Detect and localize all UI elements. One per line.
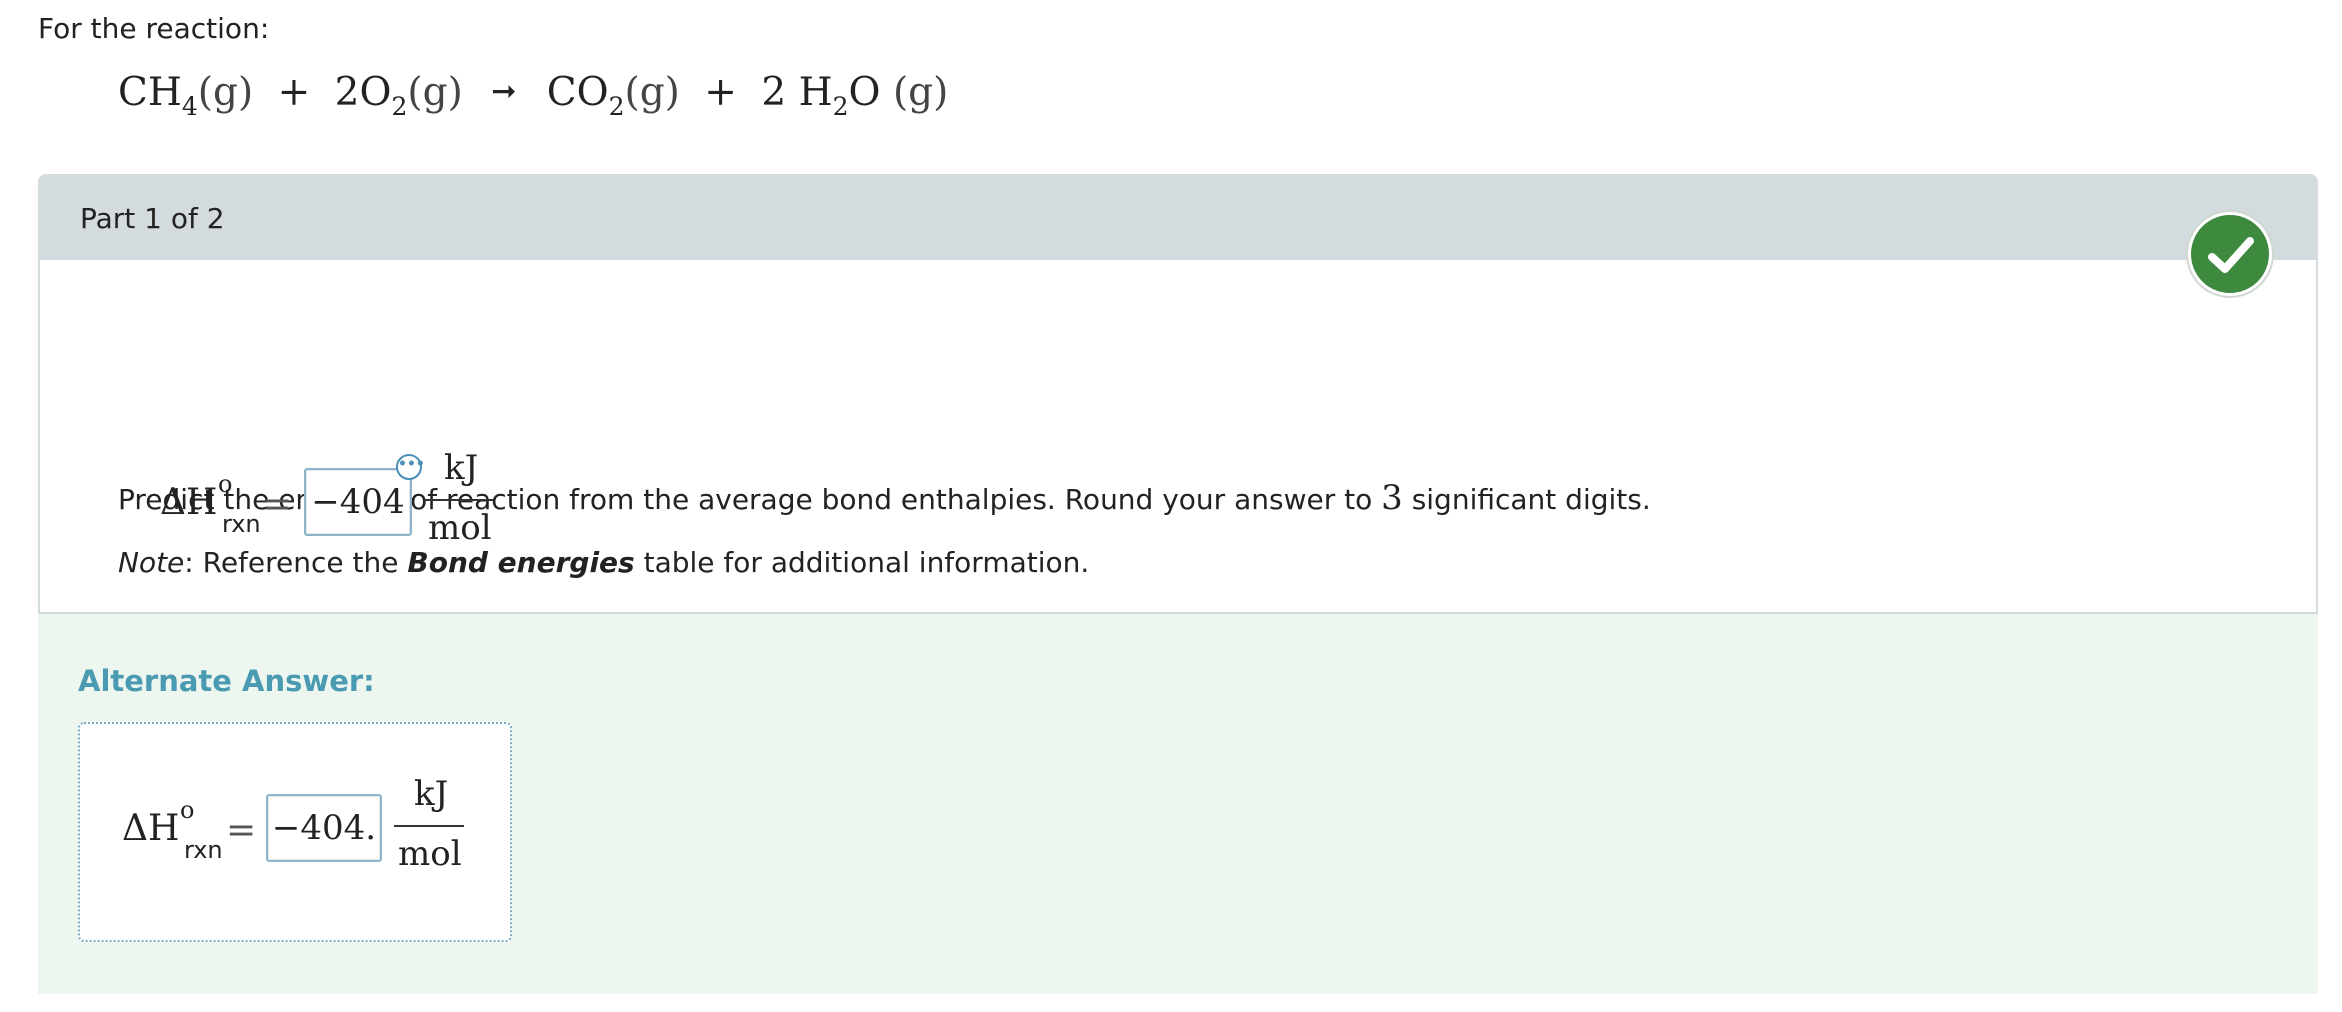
rxn-subscript: rxn (222, 510, 261, 538)
reaction-arrow-icon: ➞ (491, 74, 517, 109)
correct-check-icon (2188, 212, 2272, 296)
state-label: (g) (892, 70, 949, 115)
state-label: (g) (407, 70, 463, 115)
subscript: 2 (391, 92, 408, 121)
note-text: Note: Reference the Bond energies table … (118, 546, 1089, 579)
equals-sign: = (226, 810, 257, 851)
unit-denominator: mol (398, 834, 462, 874)
alternate-answer-box: ΔH o rxn = −404. kJ mol (78, 722, 512, 942)
coefficient: 2 (761, 70, 787, 115)
bond-energies-link[interactable]: Bond energies (407, 546, 634, 579)
alternate-answer-section: Alternate Answer: ΔH o rxn = −404. kJ mo… (38, 612, 2318, 994)
state-label: (g) (197, 70, 254, 115)
subscript: 2 (608, 92, 625, 121)
product-h2o-oxygen: O (848, 70, 881, 115)
unit-numerator: kJ (444, 448, 479, 488)
note-text-part: table for additional information. (643, 546, 1090, 579)
rxn-subscript: rxn (184, 836, 223, 864)
delta-h-symbol: ΔH (160, 482, 217, 523)
plus-sign: + (277, 70, 311, 115)
subscript: 2 (832, 92, 849, 121)
answer-input[interactable]: −404 (304, 468, 412, 536)
alternate-answer-value: −404. (266, 794, 382, 862)
plus-sign: + (704, 70, 737, 115)
product-h2o: H (798, 70, 833, 115)
unit-denominator: mol (428, 508, 492, 548)
standard-state-superscript: o (218, 470, 233, 498)
ellipsis-icon[interactable]: ••• (396, 454, 425, 480)
fraction-bar (424, 499, 494, 501)
delta-h-text: ΔH (160, 482, 218, 523)
fraction-bar (394, 825, 464, 827)
product-co2: CO (546, 70, 609, 115)
reactant-o2: O (359, 70, 392, 115)
note-label: Note (118, 546, 185, 579)
standard-state-superscript: o (180, 796, 195, 824)
delta-h-symbol: ΔH (122, 808, 179, 849)
equals-sign: = (262, 484, 293, 525)
question-text-part: significant digits. (1411, 483, 1651, 516)
alternate-answer-title: Alternate Answer: (78, 664, 375, 698)
card-content: Predict the enthalpy of reaction from th… (38, 174, 2318, 994)
unit-numerator: kJ (414, 774, 449, 814)
significant-digits-number: 3 (1381, 478, 1403, 518)
note-text-part: : Reference the (184, 546, 399, 579)
state-label: (g) (624, 70, 680, 115)
subscript: 4 (181, 92, 198, 121)
intro-text: For the reaction: (38, 12, 270, 45)
reactant-ch4: CH (118, 70, 182, 115)
reaction-equation: CH4(g) + 2O2(g) ➞ CO2(g) + 2 H2O (g) (118, 70, 949, 119)
delta-h-text: ΔH (122, 808, 180, 849)
coefficient: 2 (334, 70, 360, 115)
